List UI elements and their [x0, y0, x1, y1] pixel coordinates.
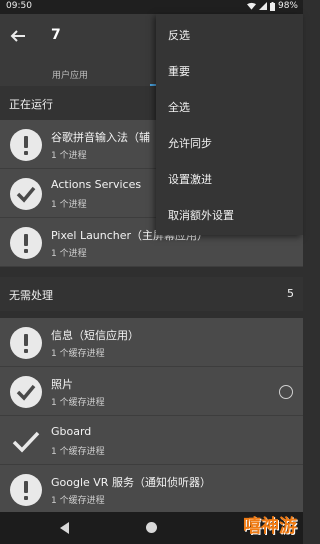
list-item[interactable]: 信息（短信应用） 1 个缓存进程 [0, 318, 303, 367]
app-process-count: 1 个缓存进程 [51, 349, 105, 359]
check-icon [10, 178, 42, 210]
status-icons: 98% [246, 1, 298, 11]
app-name: 信息（短信应用） [51, 329, 139, 342]
app-process-count: 1 个缓存进程 [51, 398, 105, 408]
menu-item-allow-sync[interactable]: 允许同步 [156, 126, 303, 162]
app-name: Google VR 服务（通知侦听器） [51, 476, 211, 489]
back-arrow-icon[interactable] [8, 26, 28, 46]
app-name: 谷歌拼音输入法（辅 [51, 131, 150, 144]
status-time: 09:50 [6, 1, 32, 11]
warning-icon [10, 327, 42, 359]
watermark-logo: 嘻神游 [243, 516, 297, 537]
section-count: 5 [287, 287, 294, 300]
check-icon [10, 376, 42, 408]
menu-item-select-all[interactable]: 全选 [156, 90, 303, 126]
list-item[interactable]: Gboard 1 个缓存进程 [0, 416, 303, 465]
wifi-icon [246, 2, 256, 10]
battery-icon [269, 1, 275, 11]
app-process-count: 1 个缓存进程 [51, 447, 105, 457]
list-item[interactable]: Google VR 服务（通知侦听器） 1 个缓存进程 [0, 465, 303, 514]
warning-icon [10, 474, 42, 506]
status-bar: 09:50 98% [0, 0, 303, 14]
select-radio[interactable] [279, 385, 293, 399]
section-header-no-action: 无需处理 5 [0, 277, 303, 311]
app-name: Actions Services [51, 178, 142, 191]
app-process-count: 1 个进程 [51, 151, 87, 161]
menu-item-set-aggressive[interactable]: 设置激进 [156, 162, 303, 198]
section-label: 无需处理 [9, 289, 53, 302]
menu-item-cancel-extra-settings[interactable]: 取消额外设置 [156, 198, 303, 234]
warning-icon [10, 129, 42, 161]
overflow-menu: 反选 重要 全选 允许同步 设置激进 取消额外设置 [156, 14, 303, 235]
plain-check-icon [10, 425, 42, 457]
nav-back-icon[interactable] [60, 522, 69, 534]
menu-item-invert-selection[interactable]: 反选 [156, 18, 303, 54]
list-item[interactable]: 照片 1 个缓存进程 [0, 367, 303, 416]
warning-icon [10, 227, 42, 259]
app-process-count: 1 个进程 [51, 249, 87, 259]
nav-home-icon[interactable] [146, 522, 157, 533]
app-name: 照片 [51, 378, 73, 391]
app-process-count: 1 个缓存进程 [51, 496, 105, 506]
battery-level: 98% [277, 1, 298, 11]
tab-user-apps[interactable]: 用户应用 [52, 68, 88, 81]
section-label: 正在运行 [9, 98, 53, 111]
app-name: Gboard [51, 425, 92, 438]
signal-icon [258, 2, 267, 10]
toolbar-title: 7 [51, 27, 61, 43]
app-process-count: 1 个进程 [51, 200, 87, 210]
menu-item-important[interactable]: 重要 [156, 54, 303, 90]
